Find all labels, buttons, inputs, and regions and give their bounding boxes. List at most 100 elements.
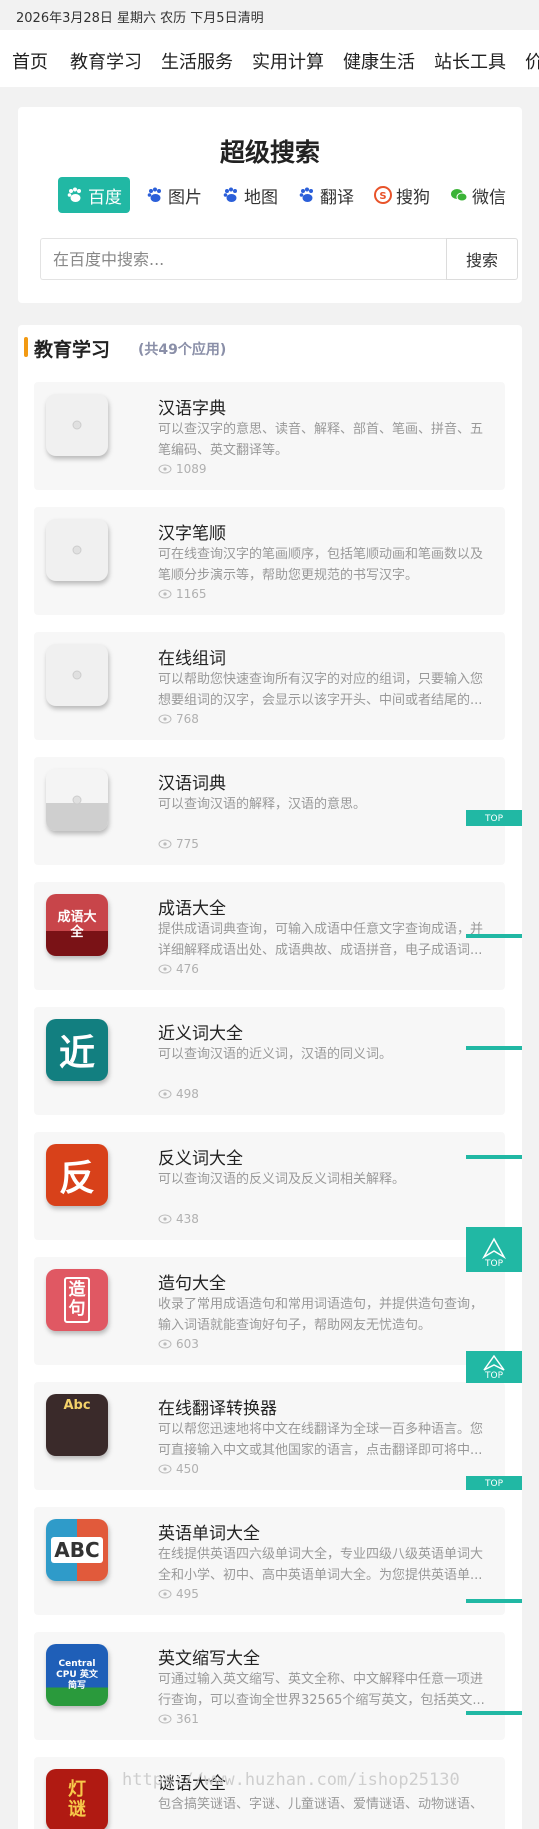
view-count: 1165 [176, 587, 207, 601]
app-title: 在线翻译转换器 [158, 1399, 277, 1419]
search-button[interactable]: 搜索 [446, 238, 518, 280]
tab-baidu[interactable]: 百度 [58, 177, 130, 213]
baidu-paw-icon [146, 186, 164, 204]
nav-health[interactable]: 健康生活 [343, 48, 415, 74]
app-views: 603 [158, 1337, 199, 1351]
app-views: 438 [158, 1212, 199, 1226]
back-to-top-button[interactable]: TOP [466, 1476, 522, 1490]
app-card[interactable]: 成语大全 成语大全 提供成语词典查询，可输入成语中任意文字查询成语，并详细解释成… [34, 882, 505, 990]
tab-label: 翻译 [320, 187, 354, 208]
app-title: 汉语词典 [158, 774, 226, 794]
app-card[interactable]: 汉语字典 可以查汉字的意思、读音、解释、部首、笔画、拼音、五笔编码、英文翻译等。… [34, 382, 505, 490]
scroll-indicator [466, 1046, 522, 1050]
antonym-icon: 反 [46, 1144, 108, 1206]
sogou-icon: S [374, 186, 392, 204]
view-count: 476 [176, 962, 199, 976]
tab-translate[interactable]: 翻译 [292, 177, 360, 213]
nav-life-services[interactable]: 生活服务 [161, 48, 233, 74]
search-engine-tabs: 百度 图片 地图 翻译 S 搜狗 微信 [38, 177, 518, 215]
app-title: 近义词大全 [158, 1024, 243, 1044]
app-views: 450 [158, 1462, 199, 1476]
app-card[interactable]: 近 近义词大全 可以查询汉语的近义词，汉语的同义词。 498 [34, 1007, 505, 1115]
app-card[interactable]: Abc 在线翻译转换器 可以帮您迅速地将中文在线翻译为全球一百多种语言。您可直接… [34, 1382, 505, 1490]
view-count: 603 [176, 1337, 199, 1351]
view-count: 775 [176, 837, 199, 851]
view-count: 438 [176, 1212, 199, 1226]
app-views: 1089 [158, 462, 207, 476]
app-description: 提供成语词典查询，可输入成语中任意文字查询成语，并详细解释成语出处、成语典故、成… [158, 922, 484, 958]
nav-calculators[interactable]: 实用计算 [252, 48, 324, 74]
nav-webmaster-tools[interactable]: 站长工具 [434, 48, 506, 74]
search-input[interactable] [40, 238, 447, 280]
education-app-list: 教育学习 (共49个应用) 汉语字典 可以查汉字的意思、读音、解释、部首、笔画、… [18, 325, 522, 1829]
app-title: 汉语字典 [158, 399, 226, 419]
abc-book-icon: ABC [46, 1519, 108, 1581]
baidu-paw-icon [66, 186, 84, 204]
app-description: 可以帮您迅速地将中文在线翻译为全球一百多种语言。您可直接输入中文或其他国家的语言… [158, 1422, 484, 1458]
tab-label: 百度 [88, 187, 122, 208]
app-views: 768 [158, 712, 199, 726]
lantern-riddle-icon: 灯谜 [46, 1769, 108, 1829]
back-to-top-button[interactable]: TOP [466, 1227, 522, 1272]
search-card: 超级搜索 百度 图片 地图 翻译 S 搜狗 微信 在百度中搜索... 搜索 [18, 107, 522, 303]
eye-icon [158, 1714, 172, 1724]
eye-icon [158, 839, 172, 849]
app-card[interactable]: 灯谜 谜语大全 包含搞笑谜语、字谜、儿童谜语、爱情谜语、动物谜语、 [34, 1757, 505, 1829]
app-description: 在线提供英语四六级单词大全，专业四级八级英语单词大全和小学、初中、高中英语单词大… [158, 1547, 484, 1583]
sentence-icon: 造句 [46, 1269, 108, 1331]
nav-home[interactable]: 首页 [12, 48, 48, 74]
nav-education[interactable]: 教育学习 [70, 48, 142, 74]
back-to-top-button[interactable]: TOP [466, 810, 522, 826]
app-views: 495 [158, 1587, 199, 1601]
app-card[interactable]: 反 反义词大全 可以查询汉语的反义词及反义词相关解释。 438 [34, 1132, 505, 1240]
app-description: 可以查询汉语的解释，汉语的意思。 [158, 797, 367, 812]
view-count: 768 [176, 712, 199, 726]
app-description: 可以帮助您快速查询所有汉字的对应的组词，只要输入您想要组词的汉字，会显示以该字开… [158, 672, 484, 708]
app-views: 775 [158, 837, 199, 851]
view-count: 450 [176, 1462, 199, 1476]
app-description: 可以查询汉语的反义词及反义词相关解释。 [158, 1172, 406, 1187]
app-card[interactable]: 造句 造句大全 收录了常用成语造句和常用词语造句，并提供造句查询，输入词语就能查… [34, 1257, 505, 1365]
tab-wechat[interactable]: 微信 [444, 177, 512, 213]
eye-icon [158, 1589, 172, 1599]
section-accent-bar [24, 337, 28, 357]
baidu-paw-icon [298, 186, 316, 204]
svg-text:S: S [379, 191, 386, 202]
tab-label: 微信 [472, 187, 506, 208]
app-card[interactable]: Central CPU 英文简写 英文缩写大全 可通过输入英文缩写、英文全称、中… [34, 1632, 505, 1740]
nav-more[interactable]: 价 [525, 48, 539, 74]
tab-images[interactable]: 图片 [140, 177, 208, 213]
view-count: 1089 [176, 462, 207, 476]
eye-icon [158, 1339, 172, 1349]
view-count: 495 [176, 1587, 199, 1601]
synonym-icon: 近 [46, 1019, 108, 1081]
app-card[interactable]: 汉语词典 可以查询汉语的解释，汉语的意思。 775 [34, 757, 505, 865]
translator-icon: Abc [46, 1394, 108, 1456]
tab-maps[interactable]: 地图 [216, 177, 284, 213]
app-views: 1165 [158, 587, 207, 601]
app-description: 可通过输入英文缩写、英文全称、中文解释中任意一项进行查询，可以查询全世界3256… [158, 1672, 485, 1708]
section-title: 教育学习 [34, 339, 111, 361]
app-title: 汉字笔顺 [158, 524, 226, 544]
app-card[interactable]: 汉字笔顺 可在线查询汉字的笔画顺序，包括笔顺动画和笔画数以及笔顺分步演示等，帮助… [34, 507, 505, 615]
app-title: 成语大全 [158, 899, 226, 919]
placeholder-icon [46, 519, 108, 581]
app-description: 收录了常用成语造句和常用词语造句，并提供造句查询，输入词语就能查询好句子，帮助网… [158, 1297, 484, 1333]
back-to-top-button[interactable]: TOP [466, 1351, 522, 1383]
eye-icon [158, 714, 172, 724]
eye-icon [158, 1214, 172, 1224]
eye-icon [158, 589, 172, 599]
placeholder-icon [46, 644, 108, 706]
placeholder-icon [46, 394, 108, 456]
baidu-paw-icon [222, 186, 240, 204]
app-card[interactable]: ABC 英语单词大全 在线提供英语四六级单词大全，专业四级八级英语单词大全和小学… [34, 1507, 505, 1615]
dictionary-book-icon [46, 769, 108, 831]
app-title: 英文缩写大全 [158, 1649, 260, 1669]
eye-icon [158, 964, 172, 974]
app-views: 498 [158, 1087, 199, 1101]
tab-sogou[interactable]: S 搜狗 [368, 177, 436, 213]
eye-icon [158, 1464, 172, 1474]
watermark: https://www.huzhan.com/ishop25130 [122, 1770, 460, 1790]
arrow-up-icon [483, 1355, 505, 1371]
app-card[interactable]: 在线组词 可以帮助您快速查询所有汉字的对应的组词，只要输入您想要组词的汉字，会显… [34, 632, 505, 740]
